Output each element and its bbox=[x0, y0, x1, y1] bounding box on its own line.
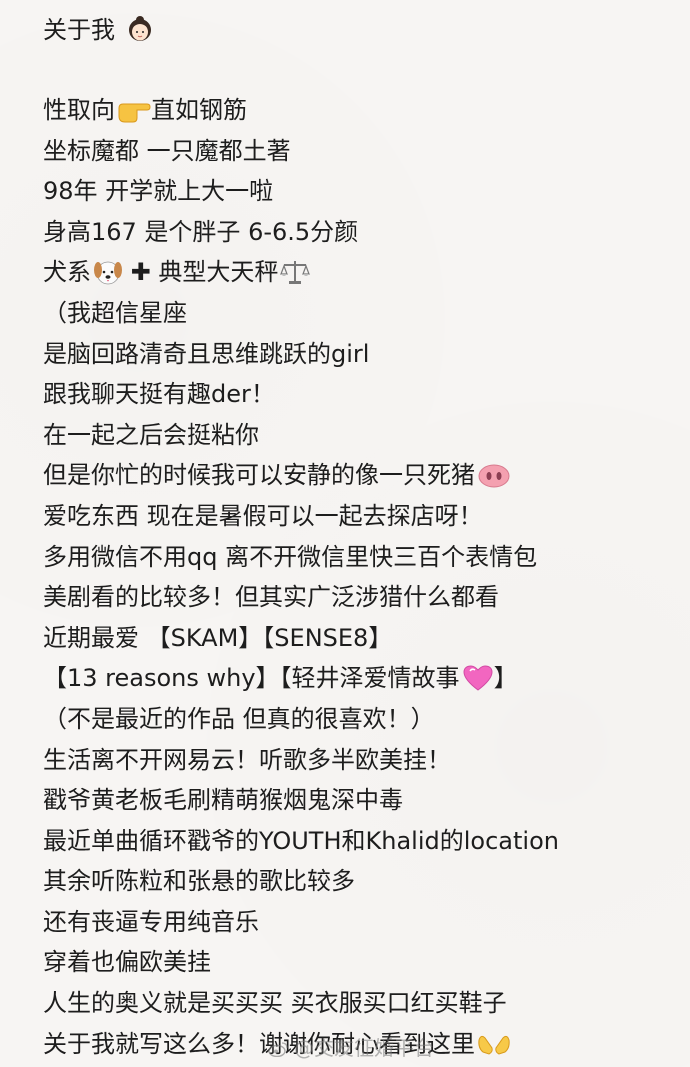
dog-face-icon bbox=[94, 261, 122, 285]
title-text: 关于我 bbox=[43, 16, 115, 44]
weibo-watermark: @交友征婚平台 bbox=[268, 1032, 434, 1061]
open-hands-icon bbox=[478, 1035, 510, 1055]
note-title: 关于我 bbox=[43, 10, 666, 50]
note-line: 多用微信不用qq 离不开微信里快三百个表情包 bbox=[43, 542, 538, 571]
note-line: 人生的奥义就是买买买 买衣服买口红买鞋子 bbox=[43, 989, 507, 1018]
note-line: （我超信星座 bbox=[43, 298, 187, 327]
note-line: 身高167 是个胖子 6-6.5分颜 bbox=[43, 217, 359, 246]
note-line: （不是最近的作品 但真的很喜欢！） bbox=[43, 704, 435, 733]
note-line: 98年 开学就上大一啦 bbox=[43, 177, 274, 206]
note-line: 生活离不开网易云！听歌多半欧美挂！ bbox=[43, 745, 451, 774]
note-line: 近期最爱 【SKAM】【SENSE8】 bbox=[43, 623, 393, 652]
note-line: 其余听陈粒和张悬的歌比较多 bbox=[43, 867, 355, 896]
note-line: 性取向 直如钢筋 bbox=[43, 96, 247, 124]
pig-nose-icon bbox=[478, 464, 510, 488]
note-page: 关于我 性取向 直如钢筋 坐标魔都 一只魔都土著 98年 开学就上大一啦 身高1… bbox=[0, 0, 690, 1067]
girl-face-icon bbox=[128, 16, 151, 41]
note-line: 穿着也偏欧美挂 bbox=[43, 948, 211, 977]
note-line: 还有丧逼专用纯音乐 bbox=[43, 907, 259, 936]
note-line: 戳爷黄老板毛刷精萌猴烟鬼深中毒 bbox=[43, 786, 403, 815]
note-line: 美剧看的比较多！但其实广泛涉猎什么都看 bbox=[43, 583, 499, 612]
note-line: 是脑回路清奇且思维跳跃的girl bbox=[43, 339, 370, 368]
note-line: 在一起之后会挺粘你 bbox=[43, 420, 259, 449]
note-line: 最近单曲循环戳爷的YOUTH和Khalid的location bbox=[43, 826, 559, 855]
weibo-icon bbox=[268, 1042, 288, 1057]
scales-icon bbox=[280, 261, 311, 285]
note-line: 爱吃东西 现在是暑假可以一起去探店呀！ bbox=[43, 501, 483, 530]
note-line: 跟我聊天挺有趣der！ bbox=[43, 380, 275, 409]
note-line: 坐标魔都 一只魔都土著 bbox=[43, 136, 291, 165]
note-line: 【13 reasons why】【轻井泽爱情故事 】 bbox=[43, 664, 518, 693]
note-line: 犬系 ✚ 典型大天秤 bbox=[43, 252, 666, 293]
plus-sign: ✚ bbox=[130, 258, 151, 287]
pink-heart-icon bbox=[463, 665, 493, 691]
note-line: 但是你忙的时候我可以安静的像一只死猪 bbox=[43, 455, 666, 496]
pointing-right-hand-icon bbox=[118, 103, 151, 123]
